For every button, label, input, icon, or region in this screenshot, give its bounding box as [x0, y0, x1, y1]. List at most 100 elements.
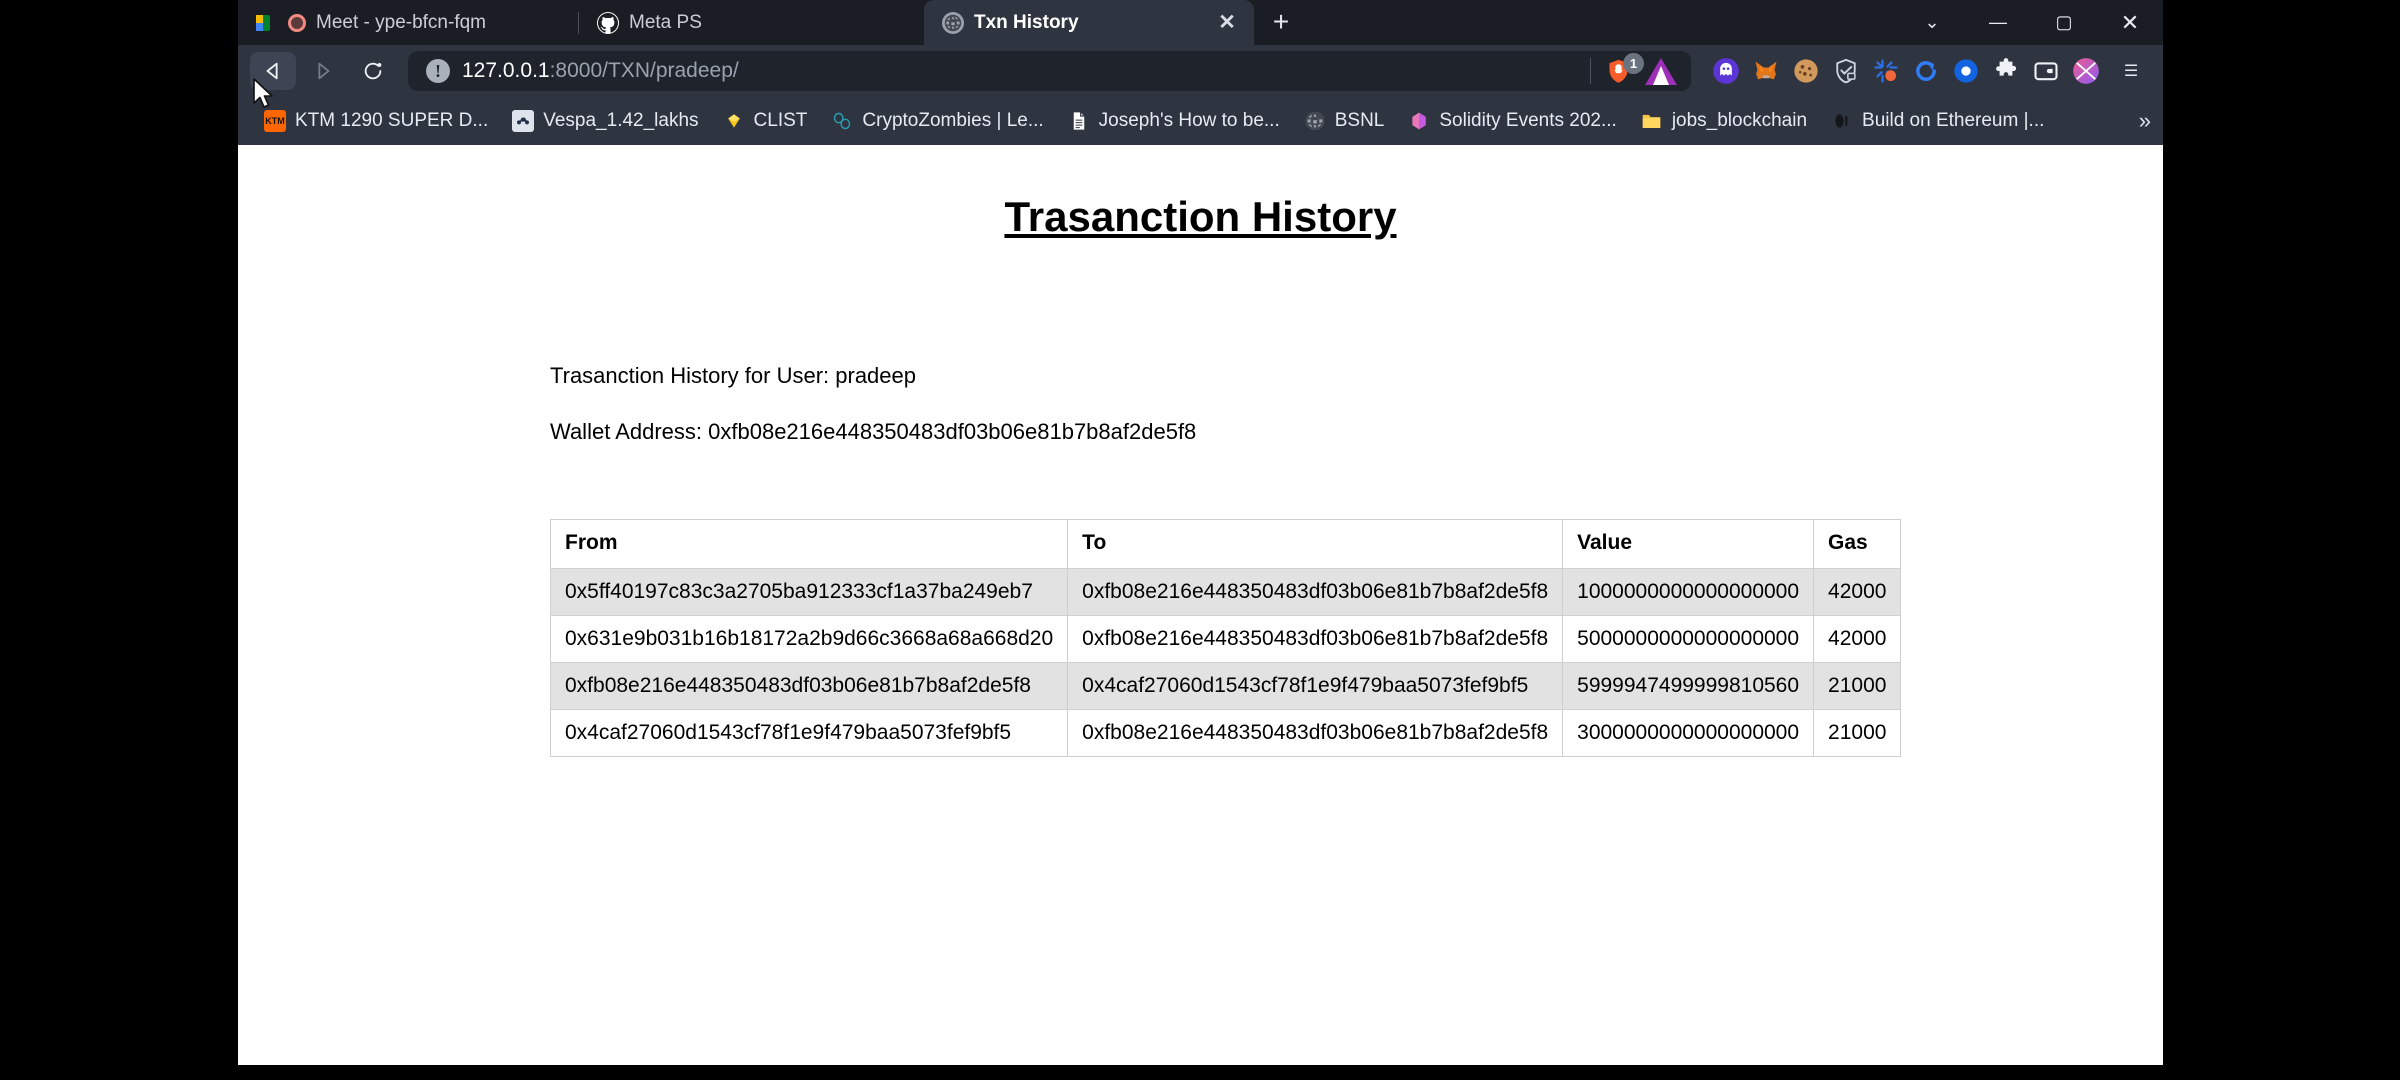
- blue-dot-icon[interactable]: [1951, 56, 1981, 86]
- back-button[interactable]: [250, 52, 296, 90]
- bookmark-jobs-blockchain[interactable]: jobs_blockchain: [1631, 105, 1817, 137]
- table-body: 0x5ff40197c83c3a2705ba912333cf1a37ba249e…: [549, 568, 1902, 757]
- bookmark-label: CryptoZombies | Le...: [862, 110, 1044, 131]
- wallet-icon[interactable]: [2031, 56, 2061, 86]
- bookmark-build-on-ethereum[interactable]: Build on Ethereum |...: [1821, 105, 2054, 137]
- cell-gas: 42000: [1813, 615, 1902, 663]
- bookmark-joseph-howto[interactable]: Joseph's How to be...: [1058, 105, 1290, 137]
- table-row: 0xfb08e216e448350483df03b06e81b7b8af2de5…: [549, 662, 1902, 710]
- cell-from: 0x631e9b031b16b18172a2b9d66c3668a68a668d…: [549, 615, 1069, 663]
- cell-gas: 21000: [1813, 662, 1902, 710]
- tab-label: Meet - ype-bfcn-fqm: [316, 11, 486, 33]
- transactions-table: From To Value Gas 0x5ff40197c83c3a2705ba…: [549, 519, 1902, 757]
- vespa-icon: [512, 110, 535, 132]
- tab-label: Meta PS: [629, 11, 702, 33]
- bookmark-clist[interactable]: CLIST: [713, 105, 818, 137]
- cell-value: 5999947499999810560: [1562, 662, 1815, 710]
- tab-meta-ps[interactable]: Meta PS: [579, 0, 924, 45]
- tab-meet[interactable]: Meet - ype-bfcn-fqm: [238, 0, 578, 45]
- bookmark-vespa[interactable]: Vespa_1.42_lakhs: [502, 105, 708, 137]
- divider: [1590, 58, 1591, 84]
- column-header-to: To: [1067, 519, 1564, 569]
- bookmark-ktm[interactable]: KTM KTM 1290 SUPER D...: [254, 105, 498, 137]
- puzzle-piece-icon[interactable]: [1991, 56, 2021, 86]
- extensions-tray: ☰: [1703, 52, 2151, 90]
- google-meet-icon: [256, 12, 278, 34]
- table-row: 0x631e9b031b16b18172a2b9d66c3668a68a668d…: [549, 615, 1902, 663]
- table-row: 0x4caf27060d1543cf78f1e9f479baa5073fef9b…: [549, 709, 1902, 757]
- recording-indicator-icon: [288, 13, 306, 32]
- tab-close-icon[interactable]: ✕: [1214, 10, 1240, 36]
- user-line: Trasanction History for User: pradeep: [550, 363, 916, 388]
- cell-from: 0xfb08e216e448350483df03b06e81b7b8af2de5…: [549, 662, 1069, 710]
- bookmark-label: Build on Ethereum |...: [1862, 110, 2045, 131]
- address-bar[interactable]: ! 127.0.0.1:8000/TXN/pradeep/ 1: [408, 51, 1691, 91]
- minimize-button[interactable]: —: [1965, 0, 2031, 45]
- page-viewport: Trasanction History Trasanction History …: [238, 145, 2163, 1065]
- cell-value: 1000000000000000000: [1562, 568, 1815, 616]
- maximize-button[interactable]: ▢: [2031, 0, 2097, 45]
- globe-icon: [1304, 110, 1326, 132]
- bookmarks-overflow-icon[interactable]: »: [2139, 108, 2151, 134]
- cell-gas: 21000: [1813, 709, 1902, 757]
- cryptozombies-icon: [831, 110, 853, 132]
- cell-value: 3000000000000000000: [1562, 709, 1815, 757]
- burst-icon[interactable]: [1871, 56, 1901, 86]
- cell-to: 0x4caf27060d1543cf78f1e9f479baa5073fef9b…: [1067, 662, 1564, 710]
- bookmark-label: Vespa_1.42_lakhs: [543, 110, 699, 131]
- bookmark-label: KTM 1290 SUPER D...: [295, 110, 489, 131]
- ktm-icon: KTM: [264, 110, 286, 132]
- bookmarks-bar: KTM KTM 1290 SUPER D... Vespa_1.42_lakhs…: [238, 97, 2163, 145]
- bookmark-cryptozombies[interactable]: CryptoZombies | Le...: [821, 105, 1053, 137]
- tab-label: Txn History: [974, 11, 1079, 33]
- page-content: Trasanction History Trasanction History …: [238, 145, 2163, 757]
- bookmark-solidity-events[interactable]: Solidity Events 202...: [1398, 105, 1626, 137]
- cell-gas: 42000: [1813, 568, 1902, 616]
- forward-button[interactable]: [300, 52, 346, 90]
- bookmark-label: BSNL: [1334, 110, 1385, 131]
- gradient-circle-icon[interactable]: [2071, 56, 2101, 86]
- wallet-address-line: Wallet Address: 0xfb08e216e448350483df03…: [550, 419, 1197, 444]
- bookmark-label: Joseph's How to be...: [1098, 110, 1280, 131]
- page-title: Trasanction History: [1004, 193, 1397, 240]
- site-info-icon[interactable]: !: [426, 59, 450, 83]
- cell-to: 0xfb08e216e448350483df03b06e81b7b8af2de5…: [1067, 568, 1564, 616]
- browser-menu-icon[interactable]: ☰: [2111, 52, 2151, 90]
- bookmark-label: Solidity Events 202...: [1439, 110, 1617, 131]
- window-controls: ⌄ — ▢ ✕: [1899, 0, 2163, 45]
- cookie-icon[interactable]: [1791, 56, 1821, 86]
- github-icon: [597, 11, 619, 34]
- brave-shields-icon[interactable]: 1: [1603, 53, 1644, 86]
- document-icon: [1068, 110, 1090, 132]
- table-row: 0x5ff40197c83c3a2705ba912333cf1a37ba249e…: [549, 568, 1902, 616]
- new-tab-button[interactable]: +: [1260, 1, 1302, 43]
- cell-from: 0x4caf27060d1543cf78f1e9f479baa5073fef9b…: [549, 709, 1069, 757]
- column-header-from: From: [549, 519, 1069, 569]
- url-host: 127.0.0.1: [462, 59, 550, 82]
- navigation-toolbar: ! 127.0.0.1:8000/TXN/pradeep/ 1 ☰: [238, 45, 2163, 97]
- blue-refresh-icon[interactable]: [1911, 56, 1941, 86]
- clist-icon: [723, 110, 745, 132]
- brave-rewards-icon[interactable]: [1645, 57, 1677, 85]
- notion-hex-icon: [1408, 110, 1430, 132]
- url-text: 127.0.0.1:8000/TXN/pradeep/: [462, 59, 739, 83]
- ghost-extension-icon[interactable]: [1711, 56, 1741, 86]
- bookmark-bsnl[interactable]: BSNL: [1294, 105, 1395, 137]
- cell-from: 0x5ff40197c83c3a2705ba912333cf1a37ba249e…: [549, 568, 1069, 616]
- column-header-gas: Gas: [1813, 519, 1902, 569]
- column-header-value: Value: [1562, 519, 1815, 569]
- globe-icon: [942, 11, 964, 34]
- reload-button[interactable]: [350, 52, 396, 90]
- cell-to: 0xfb08e216e448350483df03b06e81b7b8af2de5…: [1067, 615, 1564, 663]
- shield-lock-icon[interactable]: [1831, 56, 1861, 86]
- bookmark-label: CLIST: [753, 110, 808, 131]
- tab-search-chevron-icon[interactable]: ⌄: [1899, 0, 1965, 45]
- cell-to: 0xfb08e216e448350483df03b06e81b7b8af2de5…: [1067, 709, 1564, 757]
- ethereum-icon: [1831, 110, 1853, 132]
- cell-value: 5000000000000000000: [1562, 615, 1815, 663]
- tab-txn-history[interactable]: Txn History ✕: [924, 0, 1254, 45]
- table-header-row: From To Value Gas: [549, 519, 1902, 569]
- folder-icon: [1641, 110, 1663, 132]
- close-window-button[interactable]: ✕: [2097, 0, 2163, 45]
- metamask-fox-icon[interactable]: [1751, 56, 1781, 86]
